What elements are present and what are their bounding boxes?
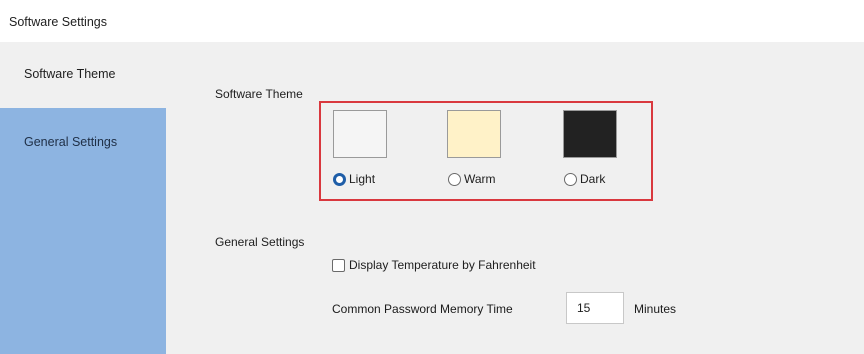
- sidebar-item-label: General Settings: [24, 135, 118, 149]
- radio-dark[interactable]: [564, 172, 577, 186]
- fahrenheit-option[interactable]: Display Temperature by Fahrenheit: [332, 258, 536, 272]
- window-title: Software Settings: [9, 15, 107, 29]
- general-settings-heading: General Settings: [215, 235, 305, 249]
- sidebar-item-software-theme[interactable]: Software Theme: [0, 42, 166, 108]
- sidebar: Software Theme General Settings: [0, 42, 166, 354]
- software-theme-heading: Software Theme: [215, 87, 303, 101]
- settings-window-body: Software Theme General Settings Software…: [0, 42, 864, 354]
- theme-swatch-dark[interactable]: [563, 110, 617, 158]
- theme-option-label: Light: [349, 172, 376, 186]
- theme-option-label: Dark: [580, 172, 606, 186]
- theme-option-light[interactable]: Light: [333, 172, 375, 186]
- theme-swatch-warm[interactable]: [447, 110, 501, 158]
- title-bar: Software Settings: [0, 0, 864, 42]
- theme-option-dark[interactable]: Dark: [564, 172, 605, 186]
- sidebar-item-label: Software Theme: [24, 67, 116, 81]
- password-memory-label: Common Password Memory Time: [332, 302, 513, 316]
- radio-light-selected[interactable]: [333, 172, 346, 186]
- theme-swatch-light[interactable]: [333, 110, 387, 158]
- sidebar-item-general-settings[interactable]: General Settings: [0, 108, 166, 154]
- theme-option-warm[interactable]: Warm: [448, 172, 496, 186]
- theme-option-label: Warm: [464, 172, 496, 186]
- fahrenheit-label: Display Temperature by Fahrenheit: [349, 258, 536, 272]
- fahrenheit-checkbox[interactable]: [332, 258, 345, 272]
- password-memory-unit: Minutes: [634, 302, 677, 316]
- password-memory-input[interactable]: [566, 292, 624, 324]
- radio-warm[interactable]: [448, 172, 461, 186]
